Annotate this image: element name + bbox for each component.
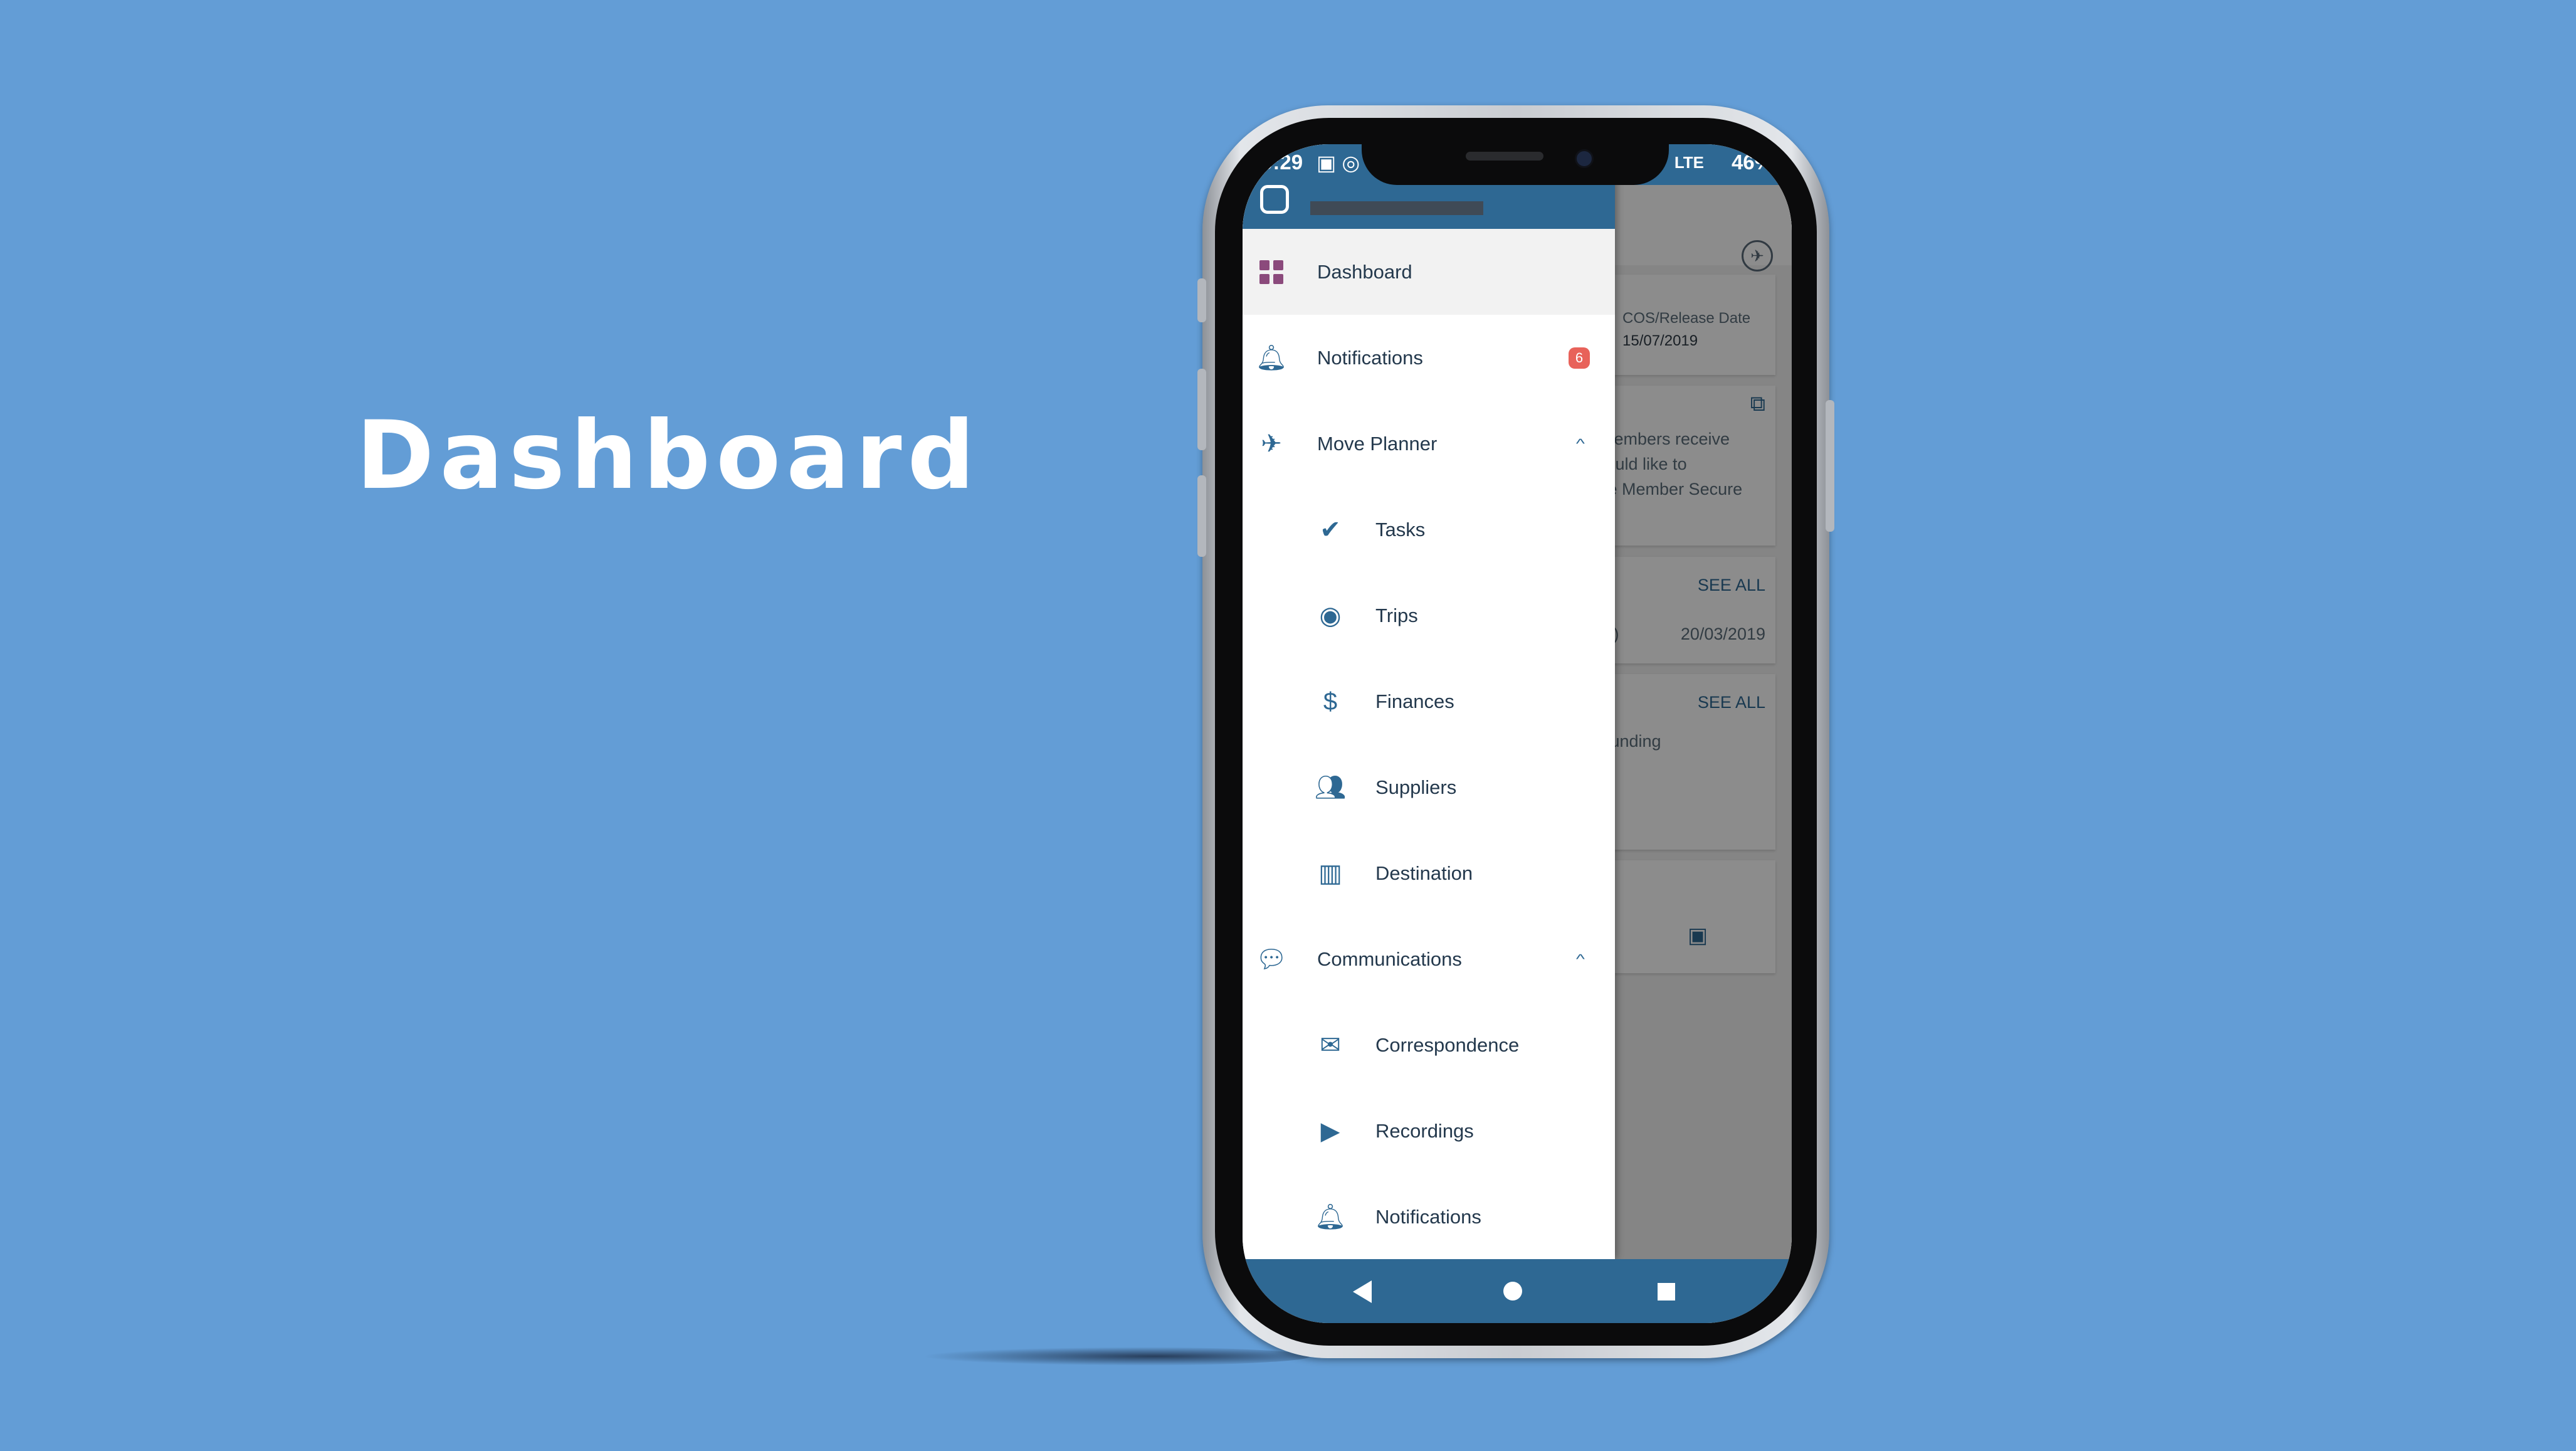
page-title: Dashboard: [356, 401, 980, 510]
phone-shadow: [922, 1347, 1310, 1366]
phone-notch: [1362, 144, 1669, 185]
menu-item-label: Move Planner: [1317, 432, 1438, 455]
menu-item-finances[interactable]: $ Finances: [1243, 658, 1615, 744]
volume-down-button: [1197, 475, 1206, 557]
drawer-menu: Dashboard 🔔︎ Notifications 6 ✈ Move Plan…: [1243, 229, 1615, 1260]
menu-item-label: Destination: [1375, 862, 1473, 884]
users-icon: 👥︎: [1314, 773, 1347, 801]
check-icon: ✔: [1320, 515, 1341, 544]
menu-item-trips[interactable]: ◉ Trips: [1243, 572, 1615, 658]
drawer-header: [1243, 185, 1615, 229]
bell-icon: 🔔︎: [1255, 344, 1288, 372]
mute-switch: [1197, 278, 1206, 322]
recent-apps-button[interactable]: [1658, 1283, 1675, 1301]
menu-item-notifications[interactable]: 🔔︎ Notifications 6: [1243, 315, 1615, 401]
bell-icon: 🔔︎: [1314, 1203, 1347, 1231]
chevron-up-icon[interactable]: ^: [1576, 952, 1585, 967]
menu-item-label: Trips: [1375, 604, 1418, 626]
network-indicator: LTE: [1674, 153, 1704, 172]
menu-item-dashboard[interactable]: Dashboard: [1243, 229, 1615, 315]
menu-item-correspondence[interactable]: ✉ Correspondence: [1243, 1002, 1615, 1088]
globe-icon: ◉: [1319, 601, 1342, 630]
menu-item-label: Finances: [1375, 690, 1454, 712]
dollar-icon: $: [1323, 687, 1338, 715]
envelope-icon: ✉: [1320, 1031, 1341, 1059]
image-icon: ▣: [1317, 151, 1337, 174]
status-time: 9:29: [1261, 150, 1303, 174]
back-button[interactable]: [1353, 1280, 1372, 1303]
home-button[interactable]: [1503, 1282, 1522, 1301]
front-camera: [1575, 149, 1594, 168]
chevron-up-icon[interactable]: ^: [1576, 436, 1585, 451]
battery-percentage: 46%: [1731, 150, 1773, 174]
menu-item-label: Notifications: [1375, 1205, 1481, 1228]
menu-item-comm-notifications[interactable]: 🔔︎ Notifications: [1243, 1174, 1615, 1260]
navigation-drawer: Dashboard 🔔︎ Notifications 6 ✈ Move Plan…: [1243, 144, 1615, 1259]
menu-item-label: Dashboard: [1317, 260, 1412, 283]
play-circle-icon: ▶: [1320, 1117, 1340, 1145]
grid-icon: [1254, 260, 1289, 284]
phone-screen: ✈ COS/Release Date 15/07/2019 ⧉ Members …: [1243, 144, 1792, 1323]
menu-item-label: Recordings: [1375, 1119, 1474, 1142]
menu-item-label: Suppliers: [1375, 776, 1457, 798]
whatsapp-icon: ◎: [1342, 151, 1360, 174]
power-button: [1826, 400, 1834, 532]
menu-item-recordings[interactable]: ▶ Recordings: [1243, 1088, 1615, 1174]
menu-item-label: Communications: [1317, 947, 1462, 970]
app-logo: [1260, 185, 1289, 214]
menu-item-move-planner[interactable]: ✈ Move Planner ^: [1243, 401, 1615, 487]
plane-icon: ✈: [1261, 430, 1282, 458]
comments-icon: 💬︎: [1255, 945, 1288, 973]
system-navigation-bar: [1243, 1259, 1792, 1323]
menu-item-label: Tasks: [1375, 518, 1426, 541]
status-notification-icons: ▣ ◎: [1317, 150, 1360, 175]
menu-item-communications[interactable]: 💬︎ Communications ^: [1243, 916, 1615, 1002]
earpiece-speaker: [1466, 152, 1543, 161]
notification-count-badge: 6: [1569, 347, 1590, 369]
account-bar: [1310, 201, 1483, 215]
menu-item-tasks[interactable]: ✔ Tasks: [1243, 487, 1615, 572]
volume-up-button: [1197, 369, 1206, 450]
menu-item-label: Notifications: [1317, 346, 1423, 369]
menu-item-destination[interactable]: ▥ Destination: [1243, 830, 1615, 916]
map-icon: ▥: [1318, 859, 1342, 887]
menu-item-label: Correspondence: [1375, 1033, 1520, 1056]
menu-item-suppliers[interactable]: 👥︎ Suppliers: [1243, 744, 1615, 830]
